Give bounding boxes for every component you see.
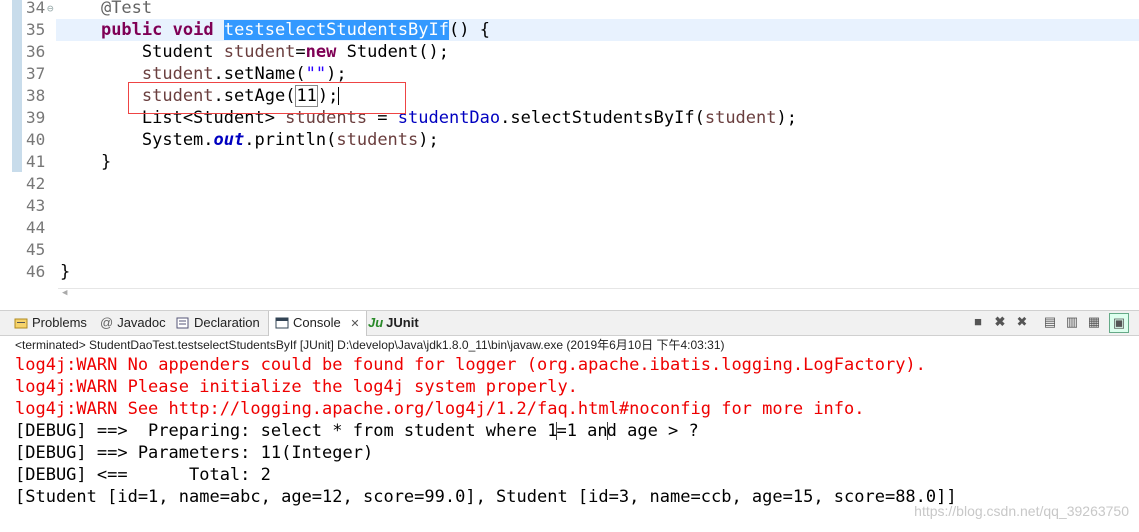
code-token: @Test bbox=[100, 0, 153, 18]
code-token: } bbox=[60, 152, 112, 172]
code-token: new bbox=[305, 42, 337, 62]
console-icon bbox=[275, 313, 289, 329]
code-text: @Test bbox=[60, 0, 152, 19]
code-token: ); bbox=[418, 130, 439, 150]
tab-declaration[interactable]: Declaration bbox=[176, 311, 260, 335]
view-tab-bar: Problems @ Javadoc Declaration Console ✕ … bbox=[0, 310, 1139, 336]
console-status-line: <terminated> StudentDaoTest.testselectSt… bbox=[15, 338, 725, 352]
terminate-icon[interactable]: ■ bbox=[969, 313, 987, 331]
console-text: [DEBUG] ==> Preparing: select * from stu… bbox=[15, 421, 558, 441]
code-token: student bbox=[704, 108, 777, 128]
close-icon[interactable]: ✕ bbox=[350, 318, 359, 330]
line-number: 45 bbox=[26, 240, 46, 259]
clear-console-icon[interactable]: ▤ bbox=[1041, 313, 1059, 331]
code-token: Student(); bbox=[336, 42, 449, 62]
console-line: [DEBUG] ==> Parameters: 11(Integer) bbox=[15, 443, 374, 463]
declaration-icon bbox=[176, 313, 190, 329]
console-text: d age > ? bbox=[606, 421, 699, 441]
line-number: 34 bbox=[26, 0, 46, 17]
code-token: void bbox=[172, 20, 214, 40]
console-line: log4j:WARN Please initialize the log4j s… bbox=[15, 377, 578, 397]
console-line: log4j:WARN See http://logging.apache.org… bbox=[15, 399, 865, 419]
code-token: () { bbox=[449, 20, 490, 40]
code-text: System.out.println(students); bbox=[60, 129, 439, 151]
highlight-box bbox=[128, 82, 406, 114]
tab-console-label: Console bbox=[293, 315, 341, 330]
javadoc-icon: @ bbox=[100, 315, 114, 330]
line-number: 44 bbox=[26, 218, 46, 237]
code-token: .selectStudentsByIf( bbox=[500, 108, 705, 128]
code-text: } bbox=[60, 151, 111, 173]
line-number: 36 bbox=[26, 42, 46, 61]
code-token: ); bbox=[776, 108, 797, 128]
line-number: 38 bbox=[26, 86, 46, 105]
console-line: log4j:WARN No appenders could be found f… bbox=[15, 355, 926, 375]
code-token: student bbox=[141, 64, 214, 84]
code-token: studentDao bbox=[397, 108, 501, 128]
tab-declaration-label: Declaration bbox=[194, 315, 260, 330]
console-toolbar: ■ ✖ ✖ ▤ ▥ ▦ ▣ bbox=[969, 313, 1139, 333]
code-token: ); bbox=[326, 64, 347, 84]
line-number: 41 bbox=[26, 152, 46, 171]
scroll-lock-icon[interactable]: ▥ bbox=[1063, 313, 1081, 331]
display-console-icon[interactable]: ▣ bbox=[1109, 313, 1129, 333]
line-number: 42 bbox=[26, 174, 46, 193]
watermark: https://blog.csdn.net/qq_39263750 bbox=[914, 503, 1129, 519]
line-number: 46 bbox=[26, 262, 46, 281]
console-text: =1 an bbox=[556, 421, 608, 441]
tab-junit-label: JUnit bbox=[386, 315, 419, 330]
tab-javadoc-label: Javadoc bbox=[117, 315, 166, 330]
scroll-left-icon[interactable]: ◀ bbox=[62, 288, 67, 298]
code-token: "" bbox=[305, 64, 327, 84]
code-text: Student student=new Student(); bbox=[60, 41, 449, 63]
line-number: 39 bbox=[26, 108, 46, 127]
code-token: .println( bbox=[244, 130, 337, 150]
tab-problems[interactable]: Problems bbox=[14, 311, 87, 335]
word-wrap-icon[interactable]: ▦ bbox=[1085, 313, 1103, 331]
remove-all-terminated-icon[interactable]: ✖ bbox=[1013, 313, 1031, 331]
console-line: [DEBUG] <== Total: 2 bbox=[15, 465, 271, 485]
code-editor[interactable]: ⊖ 34 @Test 35 public void testselectStude… bbox=[0, 0, 1139, 300]
code-token: student bbox=[223, 42, 296, 62]
tab-junit[interactable]: Ju JUnit bbox=[368, 311, 419, 335]
junit-icon: Ju bbox=[368, 315, 384, 330]
tab-problems-label: Problems bbox=[32, 315, 87, 330]
code-token: } bbox=[60, 262, 71, 282]
problems-icon bbox=[14, 313, 28, 329]
line-number: 40 bbox=[26, 130, 46, 149]
tab-console[interactable]: Console ✕ bbox=[268, 311, 367, 336]
console-line: [DEBUG] ==> Preparing: select * from stu… bbox=[15, 420, 957, 442]
code-text: public void testselectStudentsByIf() { bbox=[60, 19, 490, 41]
console-line: [Student [id=1, name=abc, age=12, score=… bbox=[15, 487, 957, 507]
code-text: } bbox=[60, 261, 70, 283]
line-number: 37 bbox=[26, 64, 46, 83]
code-token: out bbox=[213, 130, 245, 150]
code-token: testselectStudentsByIf bbox=[223, 20, 449, 40]
code-token: Student bbox=[60, 42, 224, 62]
code-token: public bbox=[100, 20, 163, 40]
code-token: = bbox=[295, 42, 306, 62]
remove-launch-icon[interactable]: ✖ bbox=[991, 313, 1009, 331]
line-number: 43 bbox=[26, 196, 46, 215]
code-token: .setName( bbox=[213, 64, 306, 84]
line-number: 35 bbox=[26, 20, 46, 39]
tab-javadoc[interactable]: @ Javadoc bbox=[100, 311, 166, 335]
console-output[interactable]: log4j:WARN No appenders could be found f… bbox=[15, 354, 957, 508]
change-ruler bbox=[12, 0, 22, 172]
code-token: System. bbox=[60, 130, 214, 150]
horizontal-scrollbar[interactable]: ◀ bbox=[58, 288, 1139, 299]
code-token: students bbox=[336, 130, 419, 150]
